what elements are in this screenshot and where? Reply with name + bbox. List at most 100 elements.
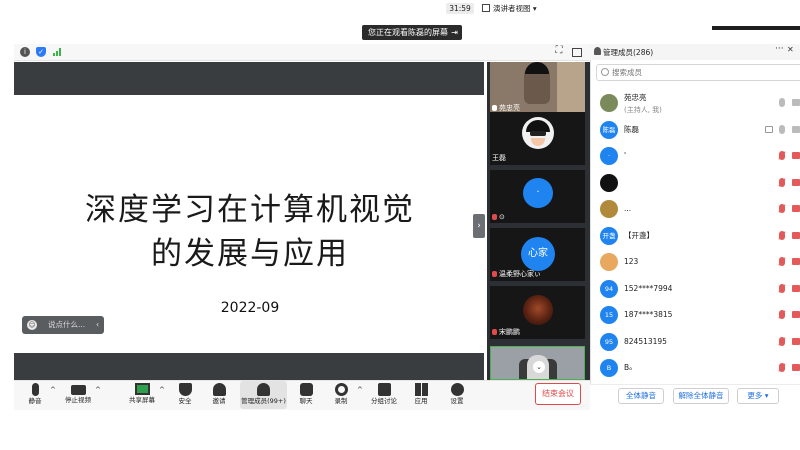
shield-icon [178,383,192,396]
mic-muted-icon[interactable] [779,204,785,213]
video-tile-2[interactable]: 王磊 [490,112,585,165]
member-name: Bₒ [624,363,633,372]
breakout-rooms-button[interactable]: 分组讨论 [368,381,400,409]
mic-muted-icon[interactable] [779,283,785,293]
mic-muted-icon[interactable] [779,177,785,187]
unmute-all-button[interactable]: 解除全体静音 [673,388,729,404]
mute-all-button[interactable]: 全体静音 [618,388,664,404]
signal-icon[interactable] [52,47,62,57]
microphone-icon [31,383,39,396]
video-tile-1[interactable]: 苑忠亮 [490,62,585,115]
member-avatar [600,94,618,112]
view-mode-label: 演讲者视图 [493,4,531,13]
mic-muted-icon[interactable] [779,310,785,319]
camera-off-icon[interactable] [792,231,800,239]
camera-icon[interactable] [792,99,800,106]
mute-options-caret[interactable]: ^ [50,386,56,394]
invite-button[interactable]: 邀请 [206,381,232,409]
share-screen-button[interactable]: 共享屏幕 [126,381,158,409]
camera-off-icon[interactable] [792,178,800,186]
chat-icon [299,383,313,396]
exit-icon[interactable]: ⇥ [451,25,458,40]
more-options-icon[interactable]: ··· [775,44,784,54]
mic-icon [492,105,497,111]
apps-button[interactable]: 应用 [408,381,434,409]
view-mode-dropdown[interactable]: 演讲者视图 ▾ [482,3,548,14]
camera-off-icon[interactable] [792,364,800,371]
record-button[interactable]: 录制 [328,381,354,409]
member-row[interactable]: ... [596,196,800,222]
shared-screen-bottom-band [14,353,484,380]
breakout-icon [377,383,391,396]
member-row[interactable] [596,170,800,196]
slide-date: 2022-09 [220,300,280,316]
camera-off-icon[interactable] [792,311,800,318]
smile-icon[interactable]: ☺ [27,320,37,330]
chevron-left-icon[interactable]: ‹ [96,316,99,334]
member-row[interactable]: 123 [596,249,800,275]
member-row[interactable]: 94 152****7994 [596,276,800,302]
member-row[interactable]: B Bₒ [596,355,800,381]
video-tile-3[interactable]: · ⊙ [490,170,585,223]
chat-button[interactable]: 聊天 [294,381,318,409]
chat-quick-input[interactable]: ☺ 说点什么... ‹ [22,316,104,334]
window-top-bar [712,26,800,30]
camera-off-icon[interactable] [792,337,800,345]
mic-muted-icon[interactable] [779,363,785,372]
camera-off-icon[interactable] [792,152,800,159]
video-tile-4[interactable]: 心家 温柔野心家ぃ [490,228,585,281]
member-avatar: 95 [600,332,618,351]
video-tile-6[interactable]: ⌄ [490,346,585,380]
camera-off-icon[interactable] [792,205,800,212]
member-avatar: B [600,359,618,377]
member-row[interactable]: 95 824513195 [596,329,800,355]
member-avatar: 陈磊 [600,120,618,139]
member-avatar: · [600,147,618,165]
member-row[interactable]: · ' [596,143,800,169]
security-button[interactable]: 安全 [172,381,198,409]
collapse-video-strip-button[interactable]: › [473,214,485,238]
video-tile-name: 温柔野心家ぃ [492,269,541,279]
record-options-caret[interactable]: ^ [357,386,363,394]
sidebar-toggle-icon[interactable] [572,48,582,57]
members-icon [594,47,601,55]
camera-icon[interactable] [792,125,800,133]
settings-button[interactable]: 设置 [444,381,470,409]
mic-muted-icon[interactable] [779,230,785,240]
avatar: 心家 [521,237,555,271]
member-row[interactable]: 15 187****3815 [596,302,800,328]
apps-icon [414,383,428,396]
video-options-caret[interactable]: ^ [95,386,101,394]
member-row[interactable]: 开盏 【开盏】 [596,223,800,249]
search-icon [601,68,609,76]
member-search-input[interactable] [596,64,800,81]
viewing-screen-banner[interactable]: 您正在观看陈磊的屏幕 ⇥ [362,25,462,40]
fullscreen-icon[interactable]: ⛶ [554,46,564,56]
chevron-down-icon[interactable]: ⌄ [533,361,545,373]
mic-muted-icon[interactable] [779,257,785,266]
microphone-icon[interactable] [779,124,785,134]
member-name: 152****7994 [624,283,673,293]
stop-video-button[interactable]: 停止视频 [60,381,96,409]
info-icon[interactable]: i [20,47,30,57]
member-row[interactable]: 苑忠亮 (主持人, 我) [596,90,800,116]
microphone-icon[interactable] [779,98,785,107]
manage-members-button[interactable]: 管理成员(99+) [240,381,287,409]
slide-title: 深度学习在计算机视觉 的发展与应用 [40,188,460,276]
member-row[interactable]: 陈磊 陈磊 [596,117,800,143]
shield-icon[interactable]: ✓ [36,47,46,57]
member-name: ... [624,204,632,213]
close-icon[interactable]: ✕ [787,45,794,54]
mic-muted-icon [492,329,497,335]
mic-muted-icon [492,271,497,277]
camera-off-icon[interactable] [792,284,800,292]
mute-button[interactable]: 静音 [22,381,48,409]
mic-muted-icon[interactable] [779,336,785,346]
camera-off-icon[interactable] [792,258,800,265]
end-meeting-button[interactable]: 结束会议 [535,383,581,405]
cartoon-avatar [522,117,554,149]
mic-muted-icon[interactable] [779,151,785,160]
share-options-caret[interactable]: ^ [159,386,165,394]
more-button[interactable]: 更多 ▾ [737,388,779,404]
video-tile-5[interactable]: 宋鹏鹏 [490,286,585,339]
